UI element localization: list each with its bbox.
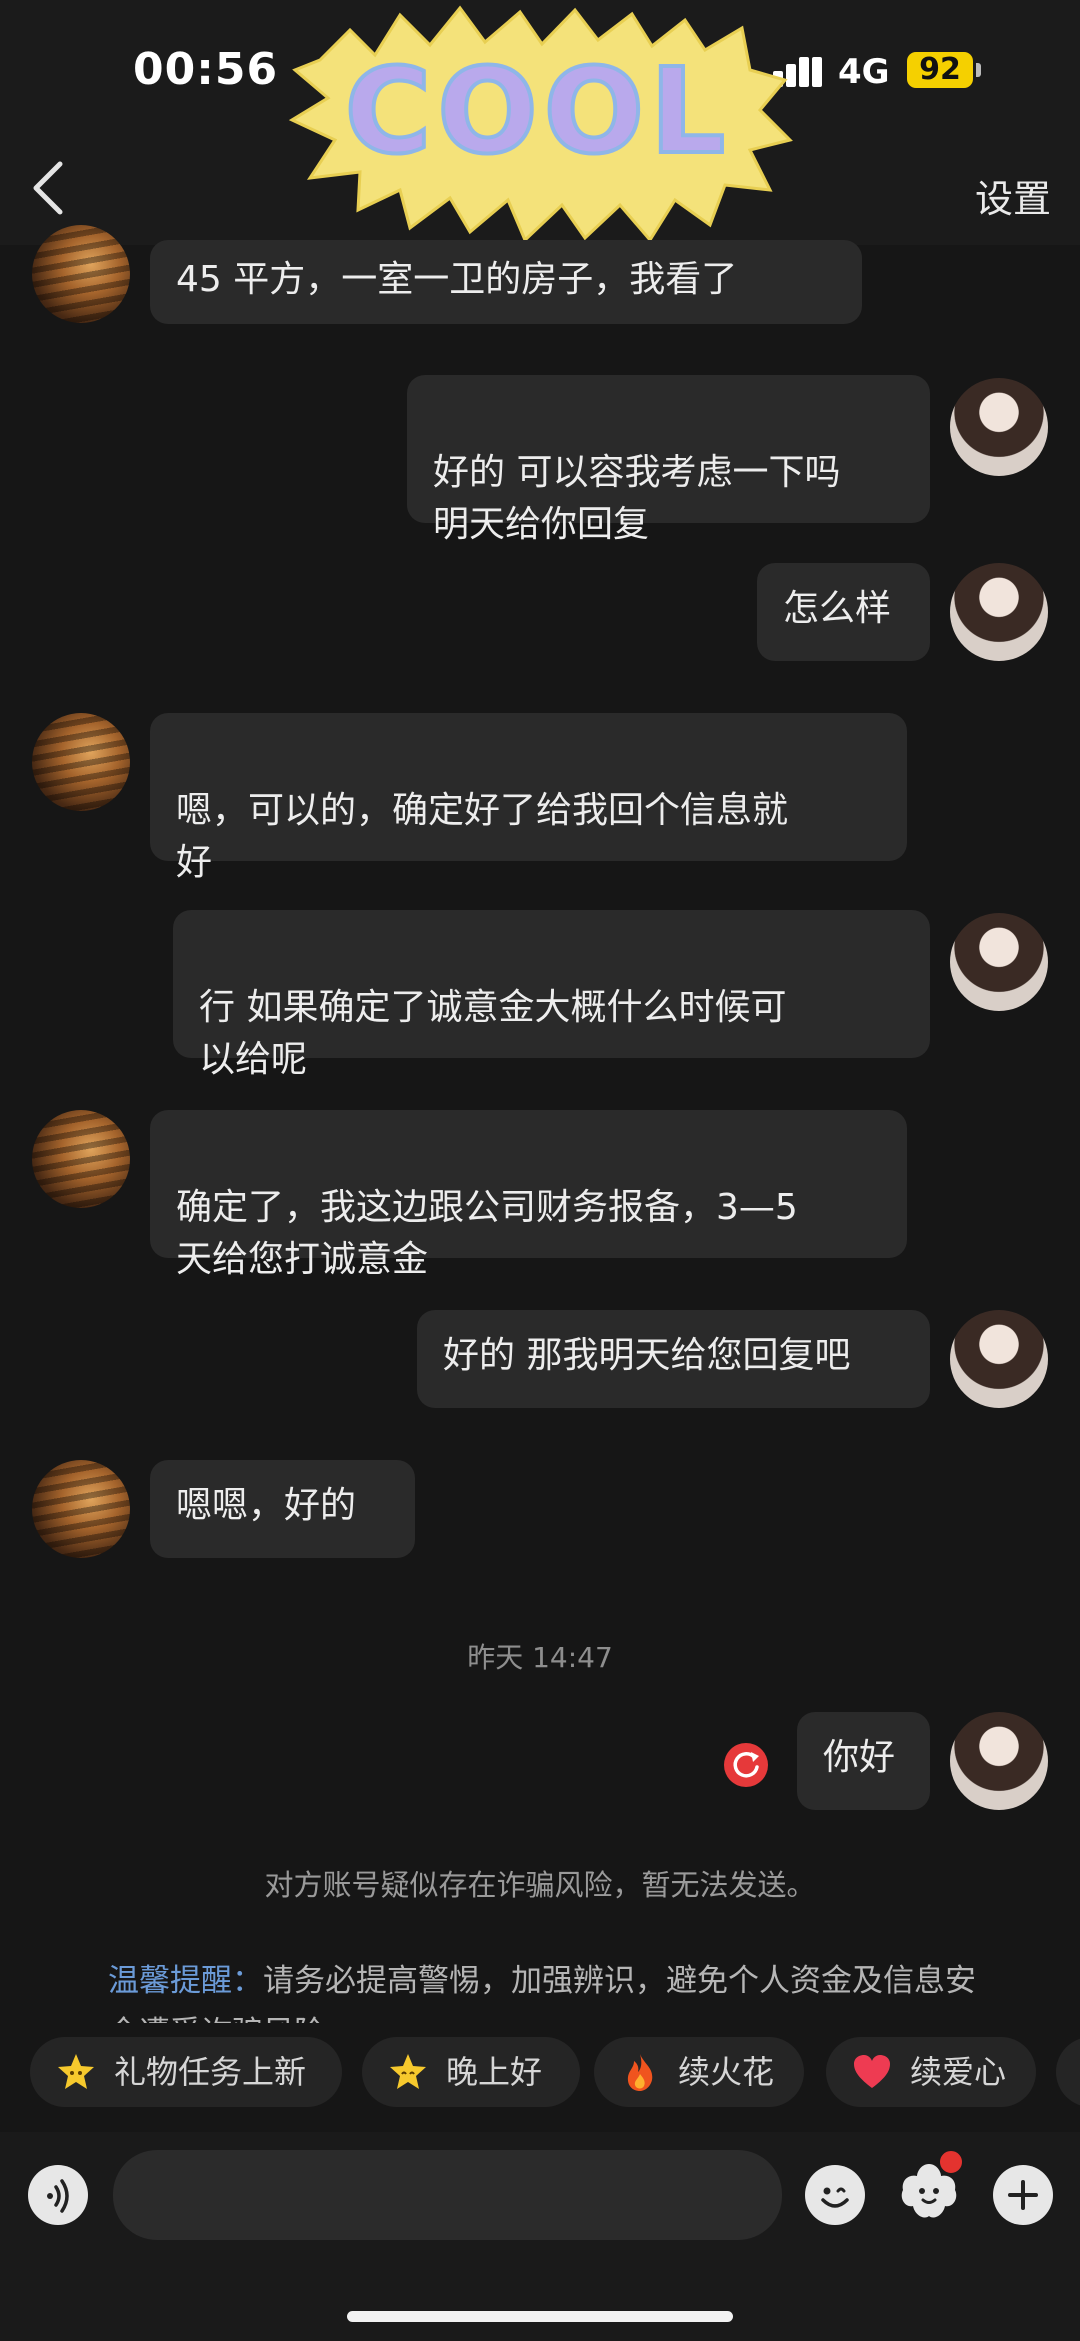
message-bubble-incoming: 45 平方，一室一卫的房子，我看了: [150, 240, 862, 324]
my-avatar[interactable]: [950, 913, 1048, 1011]
plus-icon[interactable]: [993, 2165, 1053, 2225]
heart-icon: [854, 2055, 890, 2088]
message-bubble-outgoing: 好的 可以容我考虑一下吗 明天给你回复: [407, 375, 930, 545]
my-avatar[interactable]: [950, 378, 1048, 476]
quick-reply-chip-more[interactable]: [1056, 2037, 1080, 2107]
quick-reply-chip[interactable]: 礼物任务上新: [30, 2037, 342, 2107]
emoji-icon[interactable]: [805, 2165, 865, 2225]
status-time: 00:56: [133, 44, 279, 95]
chip-label: 续爱心: [910, 2053, 1007, 2091]
contact-avatar[interactable]: [32, 225, 130, 323]
chip-label: 礼物任务上新: [114, 2053, 307, 2091]
battery-tip: [976, 63, 981, 77]
quick-reply-bar: 礼物任务上新 晚上好 续火花 续爱心: [0, 2037, 1080, 2115]
message-text: 行 如果确定了诚意金大概什么时候可 以给呢: [199, 987, 787, 1080]
message-bubble-incoming: 嗯，可以的，确定好了给我回个信息就 好: [150, 713, 907, 883]
contact-avatar[interactable]: [32, 1110, 130, 1208]
message-bubble-outgoing: 好的 那我明天给您回复吧: [417, 1310, 930, 1408]
message-bubble-incoming: 嗯嗯，好的: [150, 1460, 415, 1558]
back-arrow-icon[interactable]: [26, 158, 70, 218]
contact-avatar[interactable]: [32, 713, 130, 811]
message-text: 你好: [823, 1737, 896, 1778]
warning-clip: 温馨提醒：请务必提高警惕，加强辨识，避免个人资金及信息安全遭受诈骗风险。: [0, 1955, 1080, 2023]
notification-dot: [937, 2148, 965, 2176]
message-input[interactable]: [113, 2150, 782, 2240]
battery-level: 92: [907, 52, 973, 88]
fire-icon: [627, 2054, 653, 2091]
resend-icon[interactable]: [724, 1743, 768, 1787]
home-indicator: [347, 2311, 733, 2322]
my-avatar[interactable]: [950, 1310, 1048, 1408]
message-bubble-outgoing: 你好: [797, 1712, 930, 1810]
time-separator: 昨天 14:47: [467, 1641, 613, 1674]
chip-label: 晚上好: [446, 2053, 543, 2091]
contact-avatar[interactable]: [32, 1460, 130, 1558]
quick-reply-chip[interactable]: 续火花: [594, 2037, 804, 2107]
quick-reply-chip[interactable]: 续爱心: [826, 2037, 1036, 2107]
message-text: 怎么样: [783, 588, 892, 629]
message-text: 确定了，我这边跟公司财务报备，3—5 天给您打诚意金: [176, 1187, 798, 1280]
message-bubble-outgoing: 怎么样: [757, 563, 930, 661]
network-type: 4G: [838, 52, 890, 92]
fraud-notice: 对方账号疑似存在诈骗风险，暂无法发送。: [264, 1868, 816, 1902]
sticker-text: COOL: [345, 42, 731, 180]
chip-label: 续火花: [678, 2053, 775, 2091]
warning-title: 温馨提醒：: [108, 1963, 263, 1999]
message-text: 嗯嗯，好的: [176, 1485, 357, 1526]
message-text: 好的 那我明天给您回复吧: [443, 1335, 851, 1376]
message-text: 嗯，可以的，确定好了给我回个信息就 好: [176, 790, 789, 883]
my-avatar[interactable]: [950, 563, 1048, 661]
message-text: 45 平方，一室一卫的房子，我看了: [176, 259, 738, 300]
message-text: 好的 可以容我考虑一下吗 明天给你回复: [433, 452, 841, 545]
quick-reply-chip[interactable]: 晚上好: [362, 2037, 580, 2107]
message-bubble-incoming: 确定了，我这边跟公司财务报备，3—5 天给您打诚意金: [150, 1110, 907, 1280]
settings-button[interactable]: 设置: [975, 168, 1051, 223]
cool-sticker: COOL: [288, 5, 793, 243]
safety-warning: 温馨提醒：请务必提高警惕，加强辨识，避免个人资金及信息安全遭受诈骗风险。: [108, 1955, 988, 2023]
star-face-icon: [58, 2054, 94, 2089]
voice-icon[interactable]: [28, 2165, 88, 2225]
message-bubble-outgoing: 行 如果确定了诚意金大概什么时候可 以给呢: [173, 910, 930, 1080]
star-face-icon: [390, 2054, 426, 2089]
my-avatar[interactable]: [950, 1712, 1048, 1810]
